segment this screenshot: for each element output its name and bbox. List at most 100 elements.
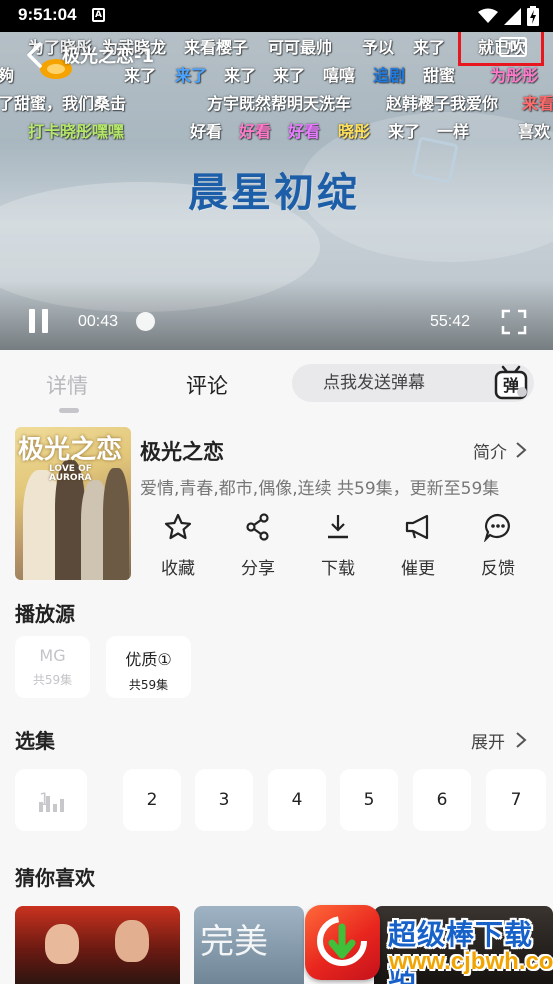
feedback-label: 反馈 [481,559,515,579]
chat-bubble-icon [483,513,510,542]
episode-2[interactable]: 2 [123,769,181,831]
sources-title: 播放源 [15,602,75,626]
episode-3[interactable]: 3 [195,769,253,831]
danmu-comment: 追剧 [373,66,406,85]
danmu-comment: 来了 [273,66,306,85]
source-count: 共59集 [32,673,73,687]
danmu-comment: 来了 [175,66,208,85]
watermark-url: www.cjbwh.com [389,948,553,975]
tab-detail[interactable]: 详情 [46,370,88,400]
danmu-comment: 来了 [388,122,421,141]
danmu-comment: 予以 [362,38,395,57]
recommend-card[interactable]: 完美 [194,906,304,984]
request-update-label: 催更 [401,559,435,579]
tv-icon: TV [499,37,527,57]
danmu-comment: 晓彤 [338,122,371,141]
wifi-icon [478,8,498,23]
danmu-comment: 好看 [239,122,272,141]
danmu-comment: 可可最帅 [268,38,333,57]
danmu-comment: 夠 [0,66,15,85]
download-icon [328,515,348,539]
megaphone-icon [405,514,429,540]
favorite-button[interactable]: 收藏 [138,512,218,579]
episode-4[interactable]: 4 [268,769,326,831]
expand-episodes-link[interactable]: 展开 [471,728,505,753]
star-icon [164,513,192,540]
danmu-comment: 来看 [522,94,553,113]
back-arrow-icon[interactable] [22,40,48,70]
download-arrow-icon [317,916,367,966]
source-count: 共59集 [128,678,169,692]
danmu-comment: 嘻嘻 [323,66,356,85]
detail-tabs-bar: 详情 评论 点我发送弹幕 弹 [0,350,553,416]
notification-icon: A [92,8,105,22]
pause-icon [42,309,48,333]
danmu-comment: 来了 [224,66,257,85]
danmu-comment: 方宇既然帮明天洗车 [207,94,352,113]
download-label: 下载 [321,559,355,579]
chevron-right-icon[interactable] [514,731,528,749]
recommend-card-figure [115,920,149,962]
recommend-card-overlay-text: 完美 [200,922,268,962]
episode-title: 极光之恋-1 [62,46,154,67]
signal-icon [504,7,521,25]
intro-link[interactable]: 简介 [473,438,507,463]
poster-subtitle: LOVE OF AURORA [49,464,92,483]
tab-indicator [59,408,79,413]
poster-figure [103,468,129,580]
pause-button[interactable] [27,309,51,335]
show-meta: 爱情,青春,都市,偶像,连续 共59集，更新至59集 [140,479,500,499]
danmu-comment: 了甜蜜，我们桑击 [0,94,127,113]
chevron-right-icon[interactable] [514,441,528,459]
danmu-comment: 好看 [190,122,223,141]
recommend-card[interactable] [15,906,180,984]
episode-6[interactable]: 6 [413,769,471,831]
tab-comments[interactable]: 评论 [186,370,228,400]
source-option-mg[interactable]: MG 共59集 [15,636,90,698]
action-bar: 收藏 分享 下载 催更 反馈 [138,512,538,582]
share-button[interactable]: 分享 [218,512,298,579]
danmu-comment: 好看 [288,122,321,141]
danmu-comment: 一样 [437,122,470,141]
danmu-comment: 赵韩樱子我爱你 [386,94,499,113]
source-option-premium[interactable]: 优质① 共59集 [106,636,191,698]
cast-to-tv-button[interactable]: TV [458,32,544,66]
show-poster[interactable]: 极光之恋 LOVE OF AURORA [15,427,131,580]
show-title: 极光之恋 [140,440,224,464]
episodes-title: 选集 [15,729,55,753]
source-name: 优质① [125,650,172,669]
seek-slider-handle[interactable] [136,312,155,331]
now-playing-bars-icon [39,796,64,812]
danmu-comment: 来了 [413,38,446,57]
recommend-title: 猜你喜欢 [15,866,95,890]
battery-charging-icon [527,6,539,26]
episode-1[interactable]: 1 [15,769,87,831]
fullscreen-icon[interactable] [501,309,527,335]
recommend-card-figure [45,924,79,964]
danmu-comment: 喜欢 [518,122,551,141]
feedback-button[interactable]: 反馈 [458,512,538,579]
watermark-logo [305,905,380,980]
total-duration: 55:42 [430,313,471,330]
status-icons [478,6,539,26]
video-headline-overlay: 晨星初绽 [188,169,360,216]
share-label: 分享 [241,559,275,579]
app-screen: 9:51:04 A 晨星初绽 为了晓彤 为武晓龙 来看樱子 可可最帅 予以 来了… [0,0,553,984]
video-frame-decoration [411,136,459,184]
danmu-comment: 来看樱子 [184,38,249,57]
current-time: 00:43 [78,313,119,330]
episode-7[interactable]: 7 [486,769,546,831]
episode-5[interactable]: 5 [340,769,398,831]
danmu-comment: 甜蜜 [423,66,456,85]
status-time: 9:51:04 [18,5,77,24]
download-button[interactable]: 下载 [298,512,378,579]
source-name: MG [39,646,66,665]
danmu-comment: 打卡晓彤嘿嘿 [28,122,125,141]
video-player[interactable]: 晨星初绽 为了晓彤 为武晓龙 来看樱子 可可最帅 予以 来了 就已吹 夠 来了 … [0,32,553,350]
danmu-toggle-icon[interactable]: 弹 [494,364,528,400]
request-update-button[interactable]: 催更 [378,512,458,579]
danmu-toggle-glyph: 弹 [503,376,519,395]
status-bar: 9:51:04 A [0,0,553,32]
favorite-label: 收藏 [161,559,195,579]
poster-title: 极光之恋 [18,435,123,465]
